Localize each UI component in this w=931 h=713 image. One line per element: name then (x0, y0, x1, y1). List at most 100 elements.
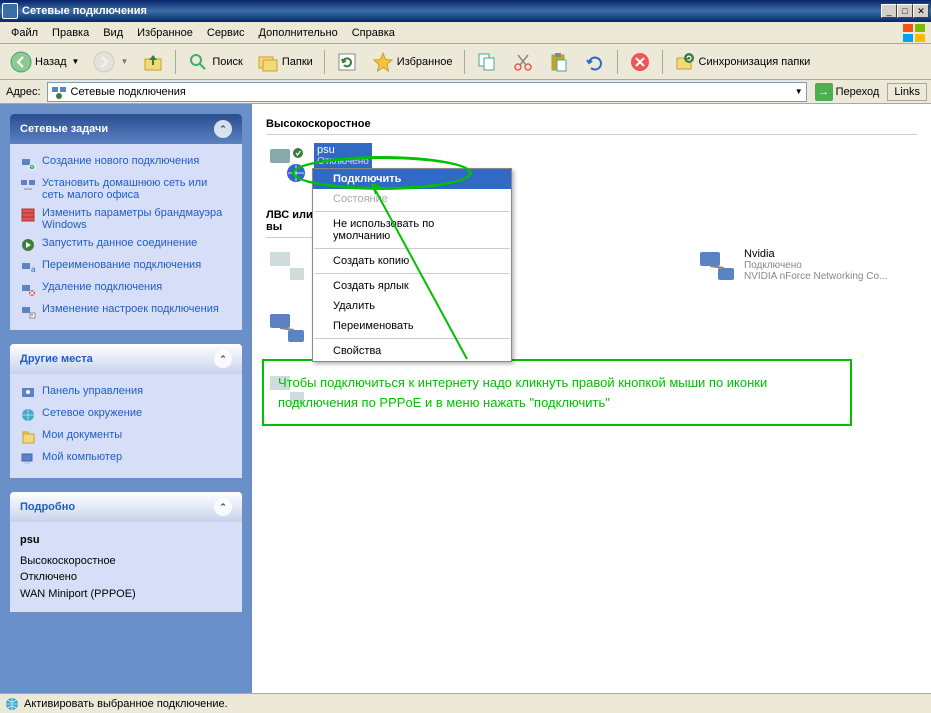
search-button[interactable]: Поиск (181, 47, 248, 77)
close-button[interactable]: ✕ (913, 4, 929, 18)
paste-button[interactable] (542, 47, 576, 77)
windows-logo-icon (903, 24, 927, 42)
folders-label: Папки (282, 56, 313, 68)
menu-view[interactable]: Вид (96, 25, 130, 41)
copy-button[interactable] (470, 47, 504, 77)
ctx-properties[interactable]: Свойства (313, 341, 511, 361)
task-rename[interactable]: abПереименование подключения (20, 256, 232, 278)
network-tasks-header[interactable]: Сетевые задачи ⌃ (10, 114, 242, 144)
connection-status: Подключено (744, 260, 887, 271)
annotation-text: Чтобы подключиться к интернету надо клик… (278, 375, 767, 410)
task-firewall[interactable]: Изменить параметры брандмауэра Windows (20, 204, 232, 234)
links-button[interactable]: Links (887, 83, 927, 101)
back-button[interactable]: Назад ▼ (4, 47, 85, 77)
section-highspeed: Высокоскоростное (266, 114, 917, 135)
ctx-connect[interactable]: Подключить (313, 169, 511, 189)
folders-button[interactable]: Папки (251, 47, 319, 77)
lan-icon (266, 246, 308, 288)
menu-file[interactable]: Файл (4, 25, 45, 41)
task-new-connection[interactable]: +Создание нового подключения (20, 152, 232, 174)
undo-button[interactable] (578, 47, 612, 77)
separator (324, 50, 325, 74)
globe-icon (4, 696, 20, 712)
annotation-box: Чтобы подключиться к интернету надо клик… (262, 359, 852, 426)
sync-icon (674, 51, 696, 73)
folders-icon (257, 51, 279, 73)
details-panel: Подробно ⌃ psu Высокоскоростное Отключен… (10, 492, 242, 612)
settings-icon (20, 303, 36, 319)
link-label: Панель управления (42, 385, 143, 397)
forward-icon (93, 51, 115, 73)
link-my-documents[interactable]: Мои документы (20, 426, 232, 448)
broadband-icon (266, 143, 308, 185)
menu-favorites[interactable]: Избранное (130, 25, 200, 41)
delete-button[interactable] (623, 47, 657, 77)
link-my-computer[interactable]: Мой компьютер (20, 448, 232, 470)
main-area: Сетевые задачи ⌃ +Создание нового подклю… (0, 104, 931, 693)
detail-type: Высокоскоростное (20, 553, 232, 570)
addressbar: Адрес: Сетевые подключения ▼ → Переход L… (0, 80, 931, 104)
go-button[interactable]: → Переход (811, 81, 884, 103)
task-delete[interactable]: Удаление подключения (20, 278, 232, 300)
up-button[interactable] (136, 47, 170, 77)
connection-device: NVIDIA nForce Networking Co... (744, 271, 887, 282)
dropdown-icon: ▼ (72, 57, 80, 66)
favorites-button[interactable]: Избранное (366, 47, 459, 77)
other-places-header[interactable]: Другие места ⌃ (10, 344, 242, 374)
other-places-panel: Другие места ⌃ Панель управления Сетевое… (10, 344, 242, 478)
chevron-up-icon: ⌃ (214, 350, 232, 368)
window-title: Сетевые подключения (22, 5, 881, 17)
cut-button[interactable] (506, 47, 540, 77)
link-label: Мои документы (42, 429, 122, 441)
separator (314, 211, 510, 212)
address-input[interactable]: Сетевые подключения ▼ (47, 82, 807, 102)
task-label: Запустить данное соединение (42, 237, 197, 249)
firewall-icon (20, 207, 36, 223)
ctx-copy[interactable]: Создать копию (313, 251, 511, 271)
go-label: Переход (836, 86, 880, 98)
delete-icon (629, 51, 651, 73)
network-tasks-body: +Создание нового подключения Установить … (10, 144, 242, 330)
connection-text: psu Отключено (314, 143, 372, 168)
task-settings[interactable]: Изменение настроек подключения (20, 300, 232, 322)
other-places-body: Панель управления Сетевое окружение Мои … (10, 374, 242, 478)
maximize-button[interactable]: □ (897, 4, 913, 18)
sync-button[interactable]: Синхронизация папки (668, 47, 817, 77)
context-menu: Подключить Состояние Не использовать по … (312, 168, 512, 362)
menu-tools[interactable]: Сервис (200, 25, 252, 41)
chevron-up-icon: ⌃ (214, 498, 232, 516)
details-header[interactable]: Подробно ⌃ (10, 492, 242, 522)
ctx-rename[interactable]: Переименовать (313, 316, 511, 336)
separator (314, 248, 510, 249)
statusbar-text: Активировать выбранное подключение. (24, 698, 228, 710)
panel-title: Подробно (20, 501, 75, 513)
separator (464, 50, 465, 74)
separator (175, 50, 176, 74)
link-network-places[interactable]: Сетевое окружение (20, 404, 232, 426)
connection-nvidia[interactable]: Nvidia Подключено NVIDIA nForce Networki… (696, 246, 896, 288)
ctx-delete[interactable]: Удалить (313, 296, 511, 316)
folder-up-icon (142, 51, 164, 73)
dropdown-icon[interactable]: ▼ (795, 87, 803, 96)
separator (662, 50, 663, 74)
link-label: Мой компьютер (42, 451, 122, 463)
statusbar: Активировать выбранное подключение. (0, 693, 931, 713)
address-value: Сетевые подключения (71, 86, 186, 98)
menu-help[interactable]: Справка (345, 25, 402, 41)
ctx-nodefault[interactable]: Не использовать по умолчанию (313, 214, 511, 246)
separator (314, 338, 510, 339)
link-control-panel[interactable]: Панель управления (20, 382, 232, 404)
minimize-button[interactable]: _ (881, 4, 897, 18)
undo-icon (584, 51, 606, 73)
panel-title: Другие места (20, 353, 93, 365)
menubar: Файл Правка Вид Избранное Сервис Дополни… (0, 22, 931, 44)
toolbar: Назад ▼ ▼ Поиск Папки Избранное (0, 44, 931, 80)
ctx-shortcut[interactable]: Создать ярлык (313, 276, 511, 296)
menu-extra[interactable]: Дополнительно (252, 25, 345, 41)
task-label: Установить домашнюю сеть или сеть малого… (42, 177, 232, 201)
menu-edit[interactable]: Правка (45, 25, 96, 41)
task-start-connection[interactable]: Запустить данное соединение (20, 234, 232, 256)
refresh-button[interactable] (330, 47, 364, 77)
lan-icon (696, 246, 738, 288)
task-home-network[interactable]: Установить домашнюю сеть или сеть малого… (20, 174, 232, 204)
